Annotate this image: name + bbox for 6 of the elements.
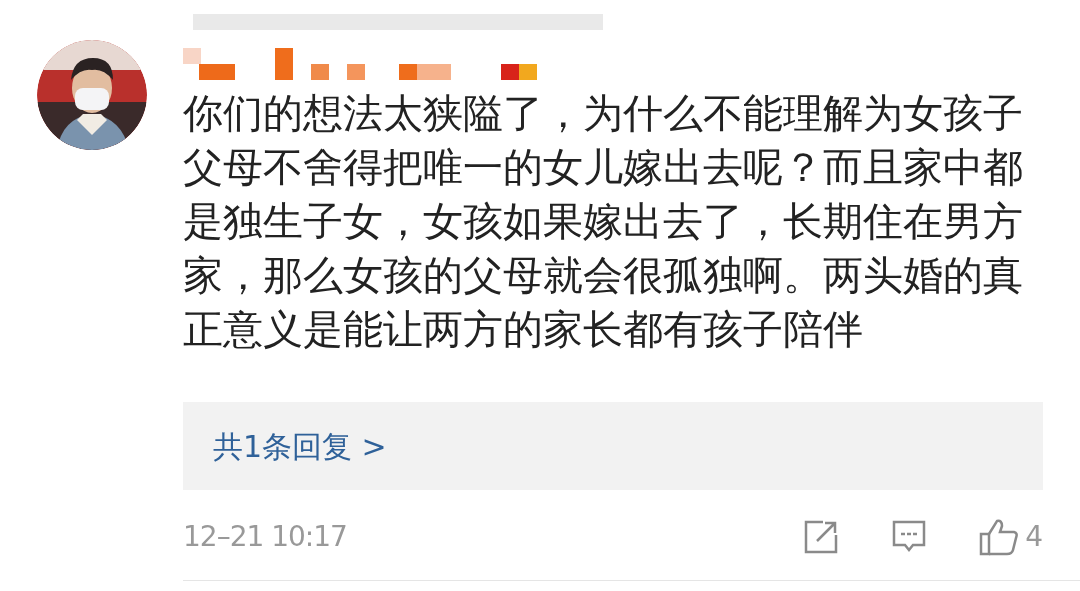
like-icon[interactable] — [979, 518, 1020, 556]
share-icon[interactable] — [803, 519, 840, 555]
replies-link[interactable]: 共1条回复 > — [183, 402, 1043, 490]
timestamp: 12–21 10:17 — [183, 519, 347, 555]
comment-text: 你们的想法太狭隘了，为什么不能理解为女孩子父母不舍得把唯一的女儿嫁出去呢？而且家中都是独生子女，女孩如果嫁出去了，长期住在男方家，那么女孩的父母就会很孤独啊。两头婚的真正意义是能让两方的家长都有孩子陪伴 — [183, 89, 1024, 354]
like-count: 4 — [1025, 519, 1043, 555]
